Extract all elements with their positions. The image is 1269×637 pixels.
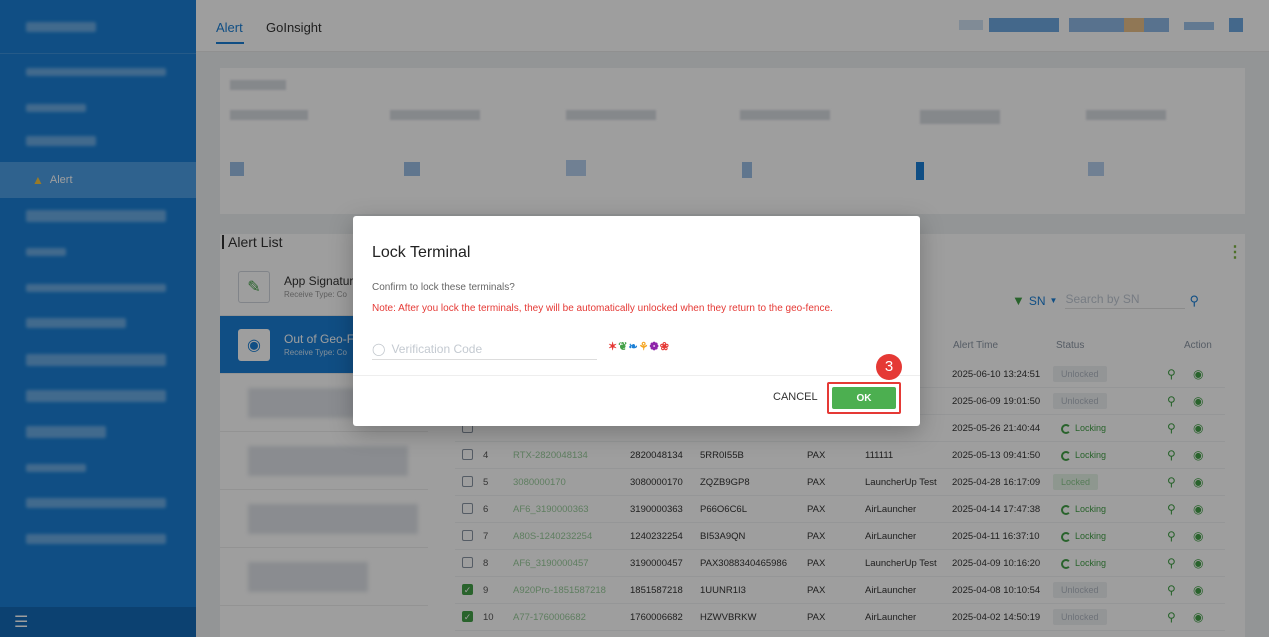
dialog-divider (353, 375, 920, 376)
ok-button[interactable]: OK (832, 387, 896, 409)
dialog-title: Lock Terminal (372, 244, 471, 261)
verification-code-input[interactable] (391, 341, 582, 356)
shield-icon: ◯ (372, 341, 386, 356)
ok-highlight: OK (827, 382, 901, 414)
cancel-button[interactable]: CANCEL (773, 391, 818, 403)
dialog-note: Note: After you lock the terminals, they… (372, 303, 833, 314)
step-badge: 3 (876, 354, 902, 380)
captcha-image[interactable]: ✶❦❧⚘❁❀ (608, 340, 670, 353)
verification-code-field: ◯ (372, 338, 597, 360)
lock-terminal-dialog: Lock Terminal Confirm to lock these term… (353, 216, 920, 426)
dialog-confirm-text: Confirm to lock these terminals? (372, 282, 515, 293)
